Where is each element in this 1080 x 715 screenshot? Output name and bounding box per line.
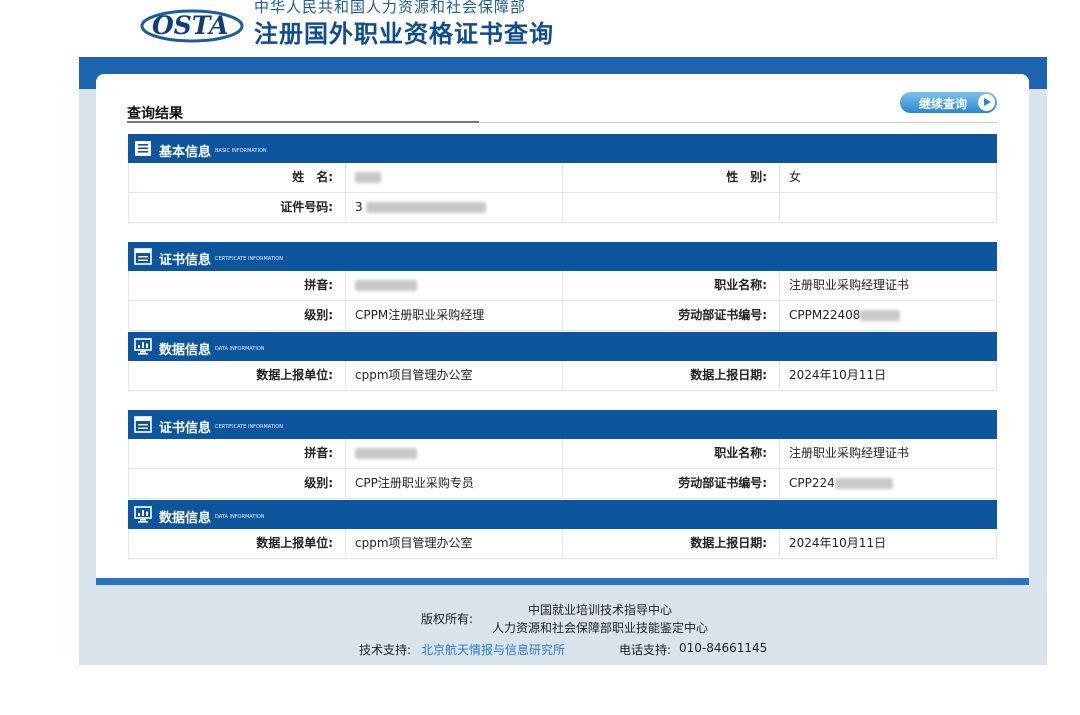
gender-value: 女 bbox=[780, 163, 997, 192]
cert-info-subtitle: CERTIFICATE INFORMATION bbox=[215, 256, 284, 262]
monitor-chart-icon bbox=[134, 506, 152, 523]
report-date-value: 2024年10月11日 bbox=[780, 361, 997, 390]
pinyin-label: 拼音: bbox=[128, 439, 346, 468]
monitor-chart-icon bbox=[134, 338, 152, 355]
report-unit-value: cppm项目管理办公室 bbox=[346, 361, 563, 390]
pinyin-value bbox=[346, 271, 563, 300]
panel-bottom-bar bbox=[96, 578, 1029, 585]
pinyin-value bbox=[346, 439, 563, 468]
report-unit-value: cppm项目管理办公室 bbox=[346, 529, 563, 558]
copyright-org-2: 人力资源和社会保障部职业技能鉴定中心 bbox=[492, 621, 709, 635]
pinyin-label: 拼音: bbox=[128, 271, 346, 300]
gender-label: 性 别: bbox=[563, 163, 780, 192]
certificate-icon bbox=[134, 416, 152, 433]
redacted-pinyin bbox=[355, 280, 417, 291]
result-title: 查询结果 bbox=[127, 106, 183, 122]
name-value bbox=[346, 163, 563, 192]
basic-info-title: 基本信息 bbox=[159, 145, 212, 160]
redacted-pinyin bbox=[355, 448, 417, 459]
report-unit-label: 数据上报单位: bbox=[128, 361, 346, 390]
level-value: CPPM注册职业采购经理 bbox=[346, 301, 563, 330]
redacted-cert-number bbox=[860, 310, 901, 321]
cert-info-header: 证书信息 CERTIFICATE INFORMATION bbox=[128, 410, 997, 439]
level-label: 级别: bbox=[128, 469, 346, 498]
cert1-row-pinyin: 拼音: 职业名称: 注册职业采购经理证书 bbox=[128, 271, 997, 301]
list-icon bbox=[135, 141, 151, 156]
continue-query-button[interactable]: 继续查询 bbox=[900, 92, 997, 113]
empty-cell bbox=[563, 193, 780, 222]
basic-row-name: 姓 名: 性 别: 女 bbox=[128, 163, 997, 193]
basic-info-header: 基本信息 BASIC INFORMATION bbox=[128, 134, 997, 163]
redacted-name bbox=[355, 172, 381, 183]
logo-text: OSTA bbox=[152, 11, 228, 40]
level-label: 级别: bbox=[128, 301, 346, 330]
cert-number-value: CPPM22408 bbox=[780, 301, 997, 330]
empty-cell bbox=[780, 193, 997, 222]
cert1-row-level: 级别: CPPM注册职业采购经理 劳动部证书编号: CPPM22408 bbox=[128, 301, 997, 331]
osta-logo: OSTA bbox=[140, 0, 248, 44]
site-title: 注册国外职业资格证书查询 bbox=[254, 20, 554, 48]
data-info-title: 数据信息 bbox=[159, 511, 212, 526]
report-date-label: 数据上报日期: bbox=[563, 529, 780, 558]
data1-row: 数据上报单位: cppm项目管理办公室 数据上报日期: 2024年10月11日 bbox=[128, 361, 997, 391]
title-underline bbox=[127, 121, 479, 123]
data-info-header: 数据信息 DATA INFORMATION bbox=[128, 500, 997, 529]
continue-query-label: 继续查询 bbox=[919, 97, 968, 111]
id-value: 3 bbox=[346, 193, 563, 222]
certificate-icon bbox=[134, 248, 152, 265]
data-info-subtitle: DATA INFORMATION bbox=[215, 514, 265, 520]
cert-number-label: 劳动部证书编号: bbox=[563, 469, 780, 498]
data-info-subtitle: DATA INFORMATION bbox=[215, 346, 265, 352]
occupation-value: 注册职业采购经理证书 bbox=[780, 271, 997, 300]
name-label: 姓 名: bbox=[128, 163, 346, 192]
play-arrow-icon bbox=[978, 94, 995, 111]
cert-number-label: 劳动部证书编号: bbox=[563, 301, 780, 330]
basic-row-id: 证件号码: 3 bbox=[128, 193, 997, 223]
id-label: 证件号码: bbox=[128, 193, 346, 222]
occupation-label: 职业名称: bbox=[563, 439, 780, 468]
phone-support-label: 电话支持: bbox=[619, 643, 672, 657]
cert-info-subtitle: CERTIFICATE INFORMATION bbox=[215, 424, 284, 430]
tech-support-label: 技术支持: bbox=[359, 643, 412, 657]
phone-support-number: 010-84661145 bbox=[679, 641, 768, 655]
data2-row: 数据上报单位: cppm项目管理办公室 数据上报日期: 2024年10月11日 bbox=[128, 529, 997, 559]
report-date-label: 数据上报日期: bbox=[563, 361, 780, 390]
occupation-label: 职业名称: bbox=[563, 271, 780, 300]
tech-support-link[interactable]: 北京航天情报与信息研究所 bbox=[421, 641, 565, 658]
copyright-org-1: 中国就业培训技术指导中心 bbox=[528, 603, 673, 617]
cert-info-title: 证书信息 bbox=[159, 421, 212, 436]
cert2-row-pinyin: 拼音: 职业名称: 注册职业采购经理证书 bbox=[128, 439, 997, 469]
cert-info-header: 证书信息 CERTIFICATE INFORMATION bbox=[128, 242, 997, 271]
level-value: CPP注册职业采购专员 bbox=[346, 469, 563, 498]
data-info-title: 数据信息 bbox=[159, 343, 212, 358]
copyright-label: 版权所有: bbox=[421, 612, 474, 626]
page-header: OSTA 中华人民共和国人力资源和社会保障部 注册国外职业资格证书查询 bbox=[0, 0, 1080, 56]
cert2-row-level: 级别: CPP注册职业采购专员 劳动部证书编号: CPP224 bbox=[128, 469, 997, 499]
data-info-header: 数据信息 DATA INFORMATION bbox=[128, 332, 997, 361]
basic-info-subtitle: BASIC INFORMATION bbox=[215, 148, 267, 154]
occupation-value: 注册职业采购经理证书 bbox=[780, 439, 997, 468]
cert-number-value: CPP224 bbox=[780, 469, 997, 498]
redacted-id bbox=[365, 202, 486, 213]
cert-info-title: 证书信息 bbox=[159, 253, 212, 268]
report-unit-label: 数据上报单位: bbox=[128, 529, 346, 558]
report-date-value: 2024年10月11日 bbox=[780, 529, 997, 558]
redacted-cert-number bbox=[834, 478, 893, 489]
